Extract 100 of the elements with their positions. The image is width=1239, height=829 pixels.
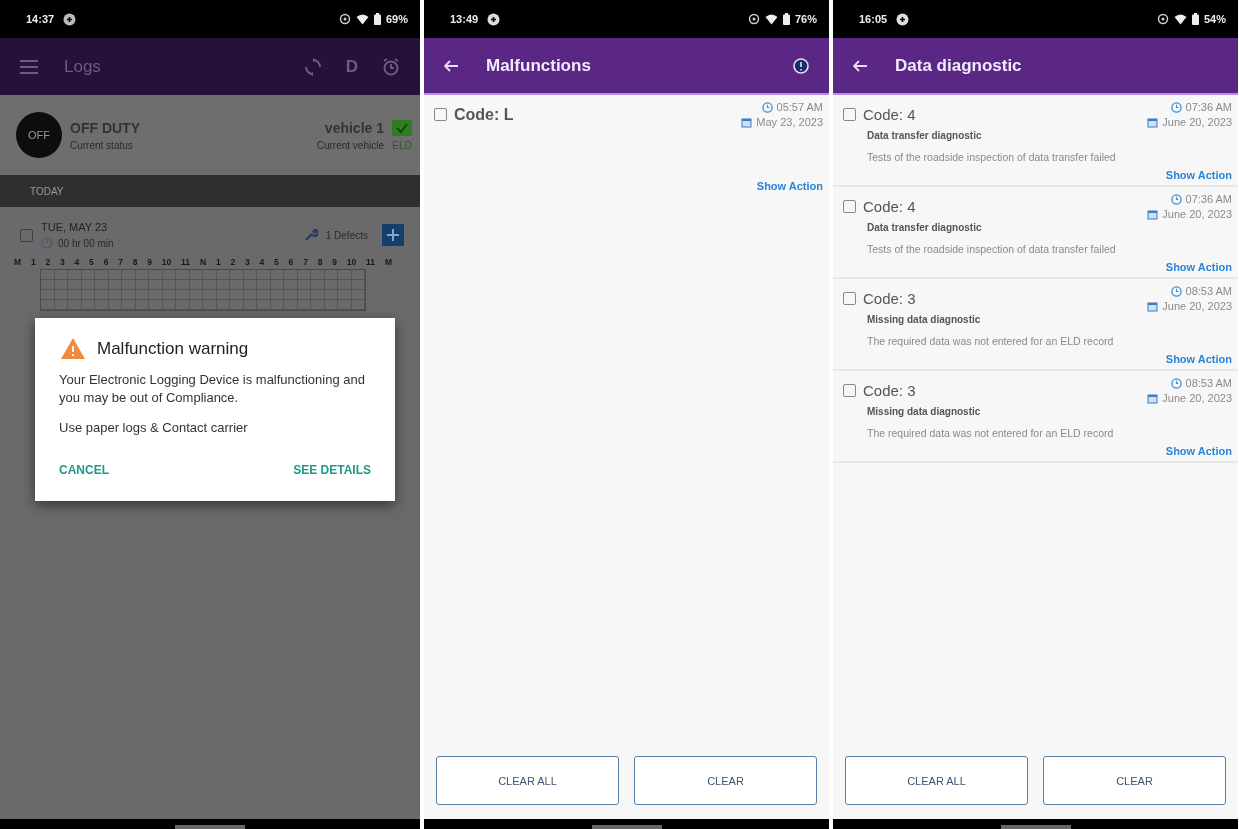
battery-icon bbox=[1191, 13, 1199, 25]
hour-label: N bbox=[199, 257, 207, 267]
show-action-link[interactable]: Show Action bbox=[756, 180, 823, 192]
clock-icon bbox=[1170, 377, 1182, 389]
checkbox[interactable] bbox=[434, 108, 447, 121]
screen-title: Logs bbox=[64, 56, 101, 77]
hour-label: 8 bbox=[132, 257, 138, 267]
show-action-link[interactable]: Show Action bbox=[1165, 169, 1232, 181]
hour-label: 6 bbox=[103, 257, 109, 267]
hour-label: 8 bbox=[317, 257, 323, 267]
clock-icon bbox=[1170, 193, 1182, 205]
menu-icon[interactable] bbox=[20, 59, 38, 74]
dialog-message: Your Electronic Logging Device is malfunctioning and you may be out of Compliance. bbox=[59, 371, 366, 407]
code-label: Code: L bbox=[454, 105, 514, 124]
hour-label: M bbox=[384, 257, 392, 267]
code-label: Code: 4 bbox=[863, 106, 916, 123]
hour-label: 1 bbox=[30, 257, 36, 267]
hour-label: 10 bbox=[161, 257, 172, 267]
clock-icon bbox=[1170, 285, 1182, 297]
code-label: Code: 4 bbox=[863, 198, 916, 215]
log-date[interactable]: TUE, MAY 23 bbox=[41, 221, 114, 233]
hour-label: 4 bbox=[259, 257, 265, 267]
clear-button[interactable]: CLEAR bbox=[1043, 756, 1226, 805]
hour-label: 5 bbox=[274, 257, 279, 267]
notification-icon bbox=[63, 12, 77, 26]
show-action-link[interactable]: Show Action bbox=[1165, 445, 1232, 457]
wifi-icon bbox=[764, 13, 778, 25]
item-time: 08:53 AM bbox=[1185, 285, 1232, 297]
item-title: Data transfer diagnostic bbox=[867, 222, 983, 233]
clear-all-button[interactable]: CLEAR ALL bbox=[436, 756, 619, 805]
notification-icon bbox=[487, 12, 501, 26]
dialog-advice: Use paper logs & Contact carrier bbox=[59, 419, 249, 437]
hour-label: 7 bbox=[303, 257, 308, 267]
item-description: The required data was not entered for an ELD record bbox=[867, 427, 1115, 439]
hour-label: 9 bbox=[147, 257, 152, 267]
checkbox[interactable] bbox=[843, 292, 856, 305]
item-description: Tests of the roadside inspection of data transfer failed bbox=[867, 243, 1117, 255]
plus-icon bbox=[387, 229, 399, 241]
item-title: Missing data diagnostic bbox=[867, 406, 982, 417]
show-action-link[interactable]: Show Action bbox=[1165, 261, 1232, 273]
warning-icon bbox=[61, 338, 85, 359]
status-title: OFF DUTY bbox=[70, 119, 140, 136]
cancel-button[interactable]: CANCEL bbox=[59, 459, 109, 481]
item-date: June 20, 2023 bbox=[1162, 116, 1232, 128]
eld-label: ELD bbox=[392, 139, 412, 151]
clock-icon bbox=[1170, 101, 1182, 113]
calendar-icon bbox=[1147, 116, 1159, 128]
status-time: 13:49 bbox=[450, 13, 479, 25]
hour-label: M bbox=[14, 257, 22, 267]
battery-percent: 69% bbox=[385, 13, 408, 25]
item-date: June 20, 2023 bbox=[1162, 392, 1232, 404]
hour-label: 6 bbox=[288, 257, 294, 267]
item-title: Data transfer diagnostic bbox=[867, 130, 983, 141]
hour-label: 4 bbox=[74, 257, 80, 267]
item-description: The required data was not entered for an ELD record bbox=[867, 335, 1115, 347]
clear-all-button[interactable]: CLEAR ALL bbox=[845, 756, 1028, 805]
back-arrow-icon[interactable] bbox=[444, 59, 458, 72]
code-label: Code: 3 bbox=[863, 382, 916, 399]
calendar-icon bbox=[1147, 392, 1159, 404]
hour-label: 2 bbox=[230, 257, 236, 267]
checkbox[interactable] bbox=[843, 200, 856, 213]
add-button[interactable] bbox=[382, 224, 404, 246]
hour-label: 1 bbox=[215, 257, 221, 267]
battery-icon bbox=[373, 13, 381, 25]
info-icon[interactable] bbox=[793, 57, 809, 74]
wifi-icon bbox=[355, 13, 369, 25]
screen-title: Data diagnostic bbox=[895, 55, 1022, 76]
wrench-icon bbox=[303, 228, 318, 242]
item-time: 07:36 AM bbox=[1185, 101, 1232, 113]
vehicle-subtitle: Current vehicle bbox=[316, 139, 384, 151]
location-icon bbox=[747, 13, 760, 25]
battery-percent: 54% bbox=[1203, 13, 1226, 25]
back-arrow-icon[interactable] bbox=[853, 59, 867, 72]
eld-connected-icon bbox=[392, 119, 412, 136]
notification-icon bbox=[896, 12, 910, 26]
item-time: 08:53 AM bbox=[1185, 377, 1232, 389]
item-date: June 20, 2023 bbox=[1162, 208, 1232, 220]
show-action-link[interactable]: Show Action bbox=[1165, 353, 1232, 365]
location-icon bbox=[338, 13, 351, 25]
item-title: Missing data diagnostic bbox=[867, 314, 982, 325]
checkbox[interactable] bbox=[843, 108, 856, 121]
duty-status-button[interactable]: D bbox=[339, 56, 364, 77]
screen-title: Malfunctions bbox=[486, 55, 591, 76]
code-label: Code: 3 bbox=[863, 290, 916, 307]
status-time: 14:37 bbox=[26, 13, 55, 25]
sync-icon[interactable] bbox=[303, 57, 322, 76]
log-duration: 00 hr 00 min bbox=[58, 237, 114, 249]
vehicle-name: vehicle 1 bbox=[324, 119, 384, 136]
hour-label: 2 bbox=[45, 257, 51, 267]
clear-button[interactable]: CLEAR bbox=[634, 756, 817, 805]
checkbox[interactable] bbox=[843, 384, 856, 397]
see-details-button[interactable]: SEE DETAILS bbox=[293, 459, 371, 481]
item-date: June 20, 2023 bbox=[1162, 300, 1232, 312]
hour-label: 5 bbox=[89, 257, 94, 267]
clock-icon bbox=[41, 237, 53, 249]
dialog-title: Malfunction warning bbox=[97, 338, 249, 359]
alarm-clock-icon[interactable] bbox=[382, 57, 400, 76]
hour-label: 11 bbox=[366, 257, 376, 267]
checkbox[interactable] bbox=[20, 228, 33, 242]
status-subtitle: Current status bbox=[70, 139, 134, 151]
